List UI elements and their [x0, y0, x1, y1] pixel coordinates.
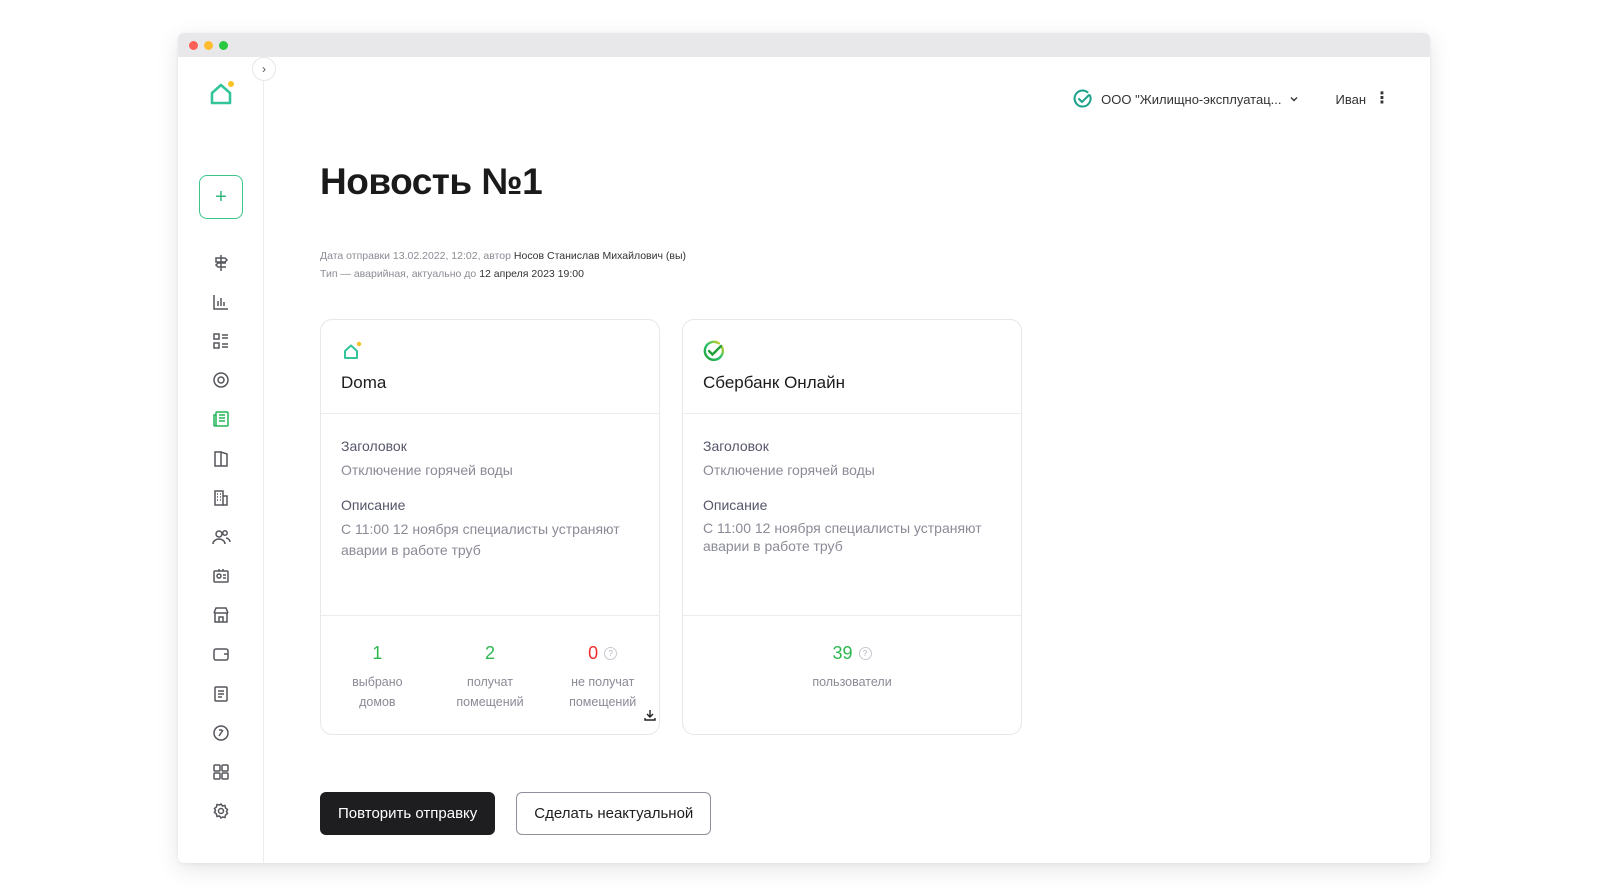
newspaper-icon [213, 411, 229, 428]
description-label: Описание [703, 497, 768, 513]
app-window: + › ООО "Жилищно-эксплуатац... Иван ⋮ Но… [178, 33, 1430, 863]
stat-caption: пользователи [812, 675, 892, 689]
sidebar-item-properties[interactable] [178, 478, 264, 517]
card-header: Сбербанк Онлайн [683, 320, 1021, 414]
doma-logo-icon [344, 341, 362, 359]
download-icon[interactable] [643, 708, 657, 722]
apps-grid-icon [213, 764, 229, 780]
sidebar-item-tickets[interactable] [178, 321, 264, 360]
store-icon [213, 607, 229, 624]
users-icon [212, 529, 231, 544]
sidebar-item-services[interactable] [178, 752, 264, 791]
delivery-stats: 1 выбрано домов 2 получат помещений 0 ? не… [321, 616, 659, 734]
stat-value: 0 [588, 642, 599, 663]
stat-not-receiving-premises: 0 ? не получат помещений [546, 638, 659, 734]
gauge-icon [213, 372, 229, 388]
coin-icon [213, 725, 229, 741]
sber-check-icon [703, 340, 724, 361]
channel-card-sberbank: Сбербанк Онлайн Заголовок Отключение гор… [682, 319, 1022, 735]
bar-chart-icon [213, 294, 228, 310]
news-meta: Дата отправки 13.02.2022, 12:02, автор Н… [320, 247, 686, 283]
channel-name: Сбербанк Онлайн [703, 373, 845, 392]
sidebar-item-employees[interactable] [178, 557, 264, 596]
stat-selected-houses: 1 выбрано домов [321, 638, 434, 734]
sidebar-item-residents[interactable] [178, 517, 264, 556]
channel-card-doma: Doma Заголовок Отключение горячей воды О… [320, 319, 660, 735]
card-content: Заголовок Отключение горячей воды Описан… [683, 414, 1021, 616]
list-grid-icon [213, 333, 228, 349]
stat-users: 39 ? пользователи [683, 638, 1021, 734]
sidebar-item-settings[interactable] [178, 792, 264, 831]
sidebar-item-payments[interactable] [178, 713, 264, 752]
heading-label: Заголовок [703, 438, 769, 454]
meta-line-type: Тип — аварийная, актуально до 12 апреля … [320, 268, 584, 280]
stat-receiving-premises: 2 получат помещений [434, 638, 547, 734]
collapse-sidebar-button[interactable]: › [252, 57, 276, 81]
sidebar-item-billing[interactable] [178, 635, 264, 674]
stat-caption: выбрано домов [352, 675, 403, 709]
signpost-icon [214, 254, 229, 271]
sidebar-item-guide[interactable] [178, 439, 264, 478]
minimize-window-dot[interactable] [204, 40, 213, 50]
main-content: Новость №1 Дата отправки 13.02.2022, 12:… [320, 57, 1430, 863]
document-icon [214, 685, 228, 702]
sidebar-nav [178, 243, 264, 831]
wallet-icon [213, 648, 229, 662]
maximize-window-dot[interactable] [219, 40, 228, 50]
sidebar-item-marketplace[interactable] [178, 596, 264, 635]
action-buttons: Повторить отправку Сделать неактуальной [320, 792, 712, 835]
building-icon [214, 489, 228, 506]
heading-value: Отключение горячей воды [703, 462, 875, 478]
make-inactive-button[interactable]: Сделать неактуальной [516, 792, 712, 835]
stat-value-row: 39 ? [683, 638, 1021, 668]
page-title: Новость №1 [320, 161, 543, 202]
channel-name: Doma [341, 373, 387, 392]
close-window-dot[interactable] [189, 40, 198, 50]
sidebar-item-meters[interactable] [178, 361, 264, 400]
sidebar-item-news[interactable] [178, 400, 264, 439]
book-icon [214, 450, 228, 467]
help-icon[interactable]: ? [858, 646, 872, 660]
author-name: Носов Станислав Михайлович (вы) [513, 250, 686, 262]
chevron-right-icon: › [262, 62, 266, 76]
description-value: С 11:00 12 ноября специалисты устраняют … [341, 521, 620, 558]
valid-until-date: 12 апреля 2023 19:00 [479, 268, 584, 280]
stat-value: 2 [485, 642, 496, 663]
gear-icon [213, 803, 229, 820]
heading-label: Заголовок [341, 438, 407, 454]
sidebar-item-documents[interactable] [178, 674, 264, 713]
card-header: Doma [321, 320, 659, 414]
description-label: Описание [341, 497, 406, 513]
doma-logo-icon[interactable] [206, 79, 236, 109]
card-content: Заголовок Отключение горячей воды Описан… [321, 414, 659, 616]
description-value: С 11:00 12 ноября специалисты устраняют … [703, 520, 982, 554]
heading-value: Отключение горячей воды [341, 462, 513, 478]
sidebar: + [178, 57, 264, 863]
stat-value: 1 [372, 642, 383, 663]
create-news-button[interactable]: + [199, 175, 243, 219]
resend-button[interactable]: Повторить отправку [320, 792, 496, 835]
title-bar [178, 33, 1430, 57]
stat-caption: не получат помещений [569, 675, 637, 709]
sidebar-item-analytics[interactable] [178, 282, 264, 321]
sidebar-item-signpost[interactable] [178, 243, 264, 282]
stat-caption: получат помещений [456, 675, 524, 709]
meta-line-sent: Дата отправки 13.02.2022, 12:02, автор Н… [320, 250, 686, 262]
id-card-icon [213, 569, 229, 583]
stat-value: 39 [832, 642, 853, 663]
stat-value-row: 0 ? [546, 638, 659, 668]
help-icon[interactable]: ? [604, 646, 618, 660]
delivery-stats: 39 ? пользователи [683, 616, 1021, 734]
